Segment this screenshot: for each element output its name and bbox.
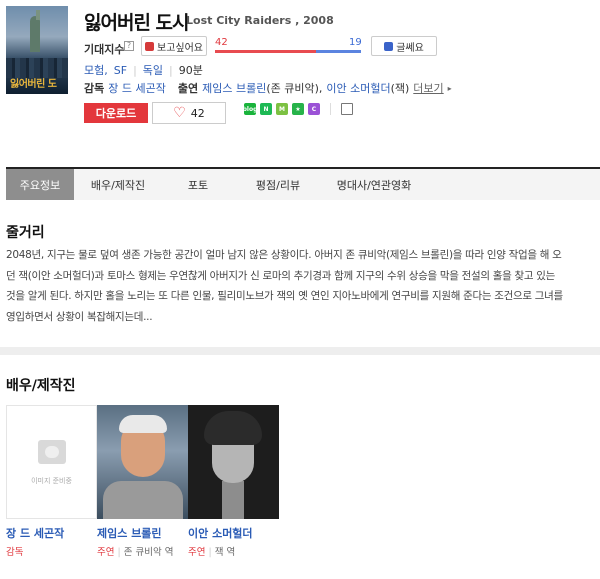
genre-link-adventure[interactable]: 모험 bbox=[84, 62, 104, 78]
country-link[interactable]: 독일 bbox=[143, 62, 163, 78]
poster-title-text: 잃어버린 도 bbox=[10, 79, 57, 90]
expectation-label: 기대지수 bbox=[84, 43, 125, 56]
cast-role: 주연 | 잭 역 bbox=[188, 547, 236, 558]
download-button[interactable]: 다운로드 bbox=[84, 103, 148, 123]
section-divider bbox=[0, 347, 600, 355]
cast-name[interactable]: 제임스 브롤린 bbox=[97, 525, 188, 541]
cast2-role: (잭) bbox=[390, 82, 410, 95]
like-count: 42 bbox=[190, 106, 205, 120]
poster-statue bbox=[30, 16, 40, 52]
meta-divider: | bbox=[169, 63, 173, 77]
cast-heading: 배우/제작진 bbox=[6, 378, 76, 394]
tab-rating-review[interactable]: 평점/리뷰 bbox=[234, 169, 322, 200]
genre-link-sf[interactable]: SF bbox=[114, 64, 127, 77]
crew-line: 감독 장 드 세곤작 출연 제임스 브롤린 (존 큐비악), 이안 소머헐더 (잭)… bbox=[84, 80, 452, 96]
cast-card[interactable]: 이안 소머헐더 주연 | 잭 역 bbox=[188, 405, 279, 558]
chevron-right-icon: ▸ bbox=[447, 83, 452, 93]
expectation-bar bbox=[215, 50, 361, 53]
actor-photo bbox=[188, 405, 279, 519]
tab-photo[interactable]: 포토 bbox=[162, 169, 234, 200]
cast-card[interactable]: 이미지 준비중 장 드 세곤작 감독 bbox=[6, 405, 97, 558]
more-crew-link[interactable]: 더보기 bbox=[413, 80, 443, 96]
movie-poster[interactable]: 잃어버린 도 bbox=[6, 6, 68, 94]
naver-share-icon[interactable]: N bbox=[260, 103, 272, 115]
cast-link-somerhalder[interactable]: 이안 소머헐더 bbox=[326, 80, 390, 96]
thumbs-up-icon bbox=[145, 41, 154, 51]
synopsis-text: 2048년, 지구는 물로 덮여 생존 가능한 공간이 얼마 남지 않은 상황이… bbox=[6, 249, 563, 323]
tab-main-info[interactable]: 주요정보 bbox=[6, 169, 74, 200]
runtime: 90분 bbox=[178, 64, 203, 77]
want-to-see-button[interactable]: 보고싶어요 bbox=[141, 36, 207, 56]
heart-icon: ♡ bbox=[173, 105, 186, 121]
tab-quotes-related[interactable]: 명대사/연관영화 bbox=[322, 169, 426, 200]
cast-card[interactable]: 제임스 브롤린 주연 | 존 큐비악 역 bbox=[97, 405, 188, 558]
director-label: 감독 bbox=[84, 82, 105, 95]
tab-cast-crew[interactable]: 배우/제작진 bbox=[74, 169, 162, 200]
want-count: 42 bbox=[215, 37, 228, 48]
poster-torch bbox=[36, 10, 40, 20]
cast-label: 출연 bbox=[177, 82, 199, 95]
movie-meta: 모험, SF | 독일 | 90분 bbox=[84, 62, 203, 78]
meh-count: 19 bbox=[349, 37, 362, 48]
meta-divider: | bbox=[133, 63, 137, 77]
meh-button[interactable]: 글쎄요 bbox=[371, 36, 437, 56]
help-icon[interactable]: ? bbox=[124, 41, 134, 51]
memo-share-icon[interactable]: M bbox=[276, 103, 288, 115]
like-button[interactable]: ♡ 42 bbox=[152, 102, 226, 124]
meh-label: 글쎄요 bbox=[396, 42, 424, 54]
director-link[interactable]: 장 드 세곤작 bbox=[108, 80, 166, 96]
cast-role: 주연 | 존 큐비악 역 bbox=[97, 547, 174, 558]
external-share-icon[interactable] bbox=[341, 103, 353, 115]
no-image-text: 이미지 준비중 bbox=[31, 477, 72, 485]
thumbs-down-icon bbox=[384, 41, 394, 51]
detail-tabs: 주요정보 배우/제작진 포토 평점/리뷰 명대사/연관영화 bbox=[6, 167, 600, 200]
want-ratio-fill bbox=[215, 50, 316, 53]
movie-title: 잃어버린 도시 bbox=[84, 12, 189, 34]
cast-role: 감독 bbox=[6, 547, 24, 558]
bookmark-share-icon[interactable]: ★ bbox=[292, 103, 304, 115]
synopsis-heading: 줄거리 bbox=[6, 225, 45, 241]
cast-name[interactable]: 이안 소머헐더 bbox=[188, 525, 279, 541]
no-image-placeholder: 이미지 준비중 bbox=[6, 405, 97, 519]
want-to-see-label: 보고싶어요 bbox=[157, 42, 203, 54]
share-icons: blog N M ★ C bbox=[243, 103, 353, 115]
cafe-share-icon[interactable]: C bbox=[308, 103, 320, 115]
actor-photo bbox=[97, 405, 188, 519]
cast-name[interactable]: 장 드 세곤작 bbox=[6, 525, 97, 541]
cast1-role: (존 큐비악) bbox=[266, 82, 319, 95]
share-divider bbox=[330, 103, 331, 115]
blog-share-icon[interactable]: blog bbox=[243, 103, 257, 115]
cast-link-brolin[interactable]: 제임스 브롤린 bbox=[202, 80, 266, 96]
movie-original-title: Lost City Raiders , 2008 bbox=[186, 14, 334, 27]
